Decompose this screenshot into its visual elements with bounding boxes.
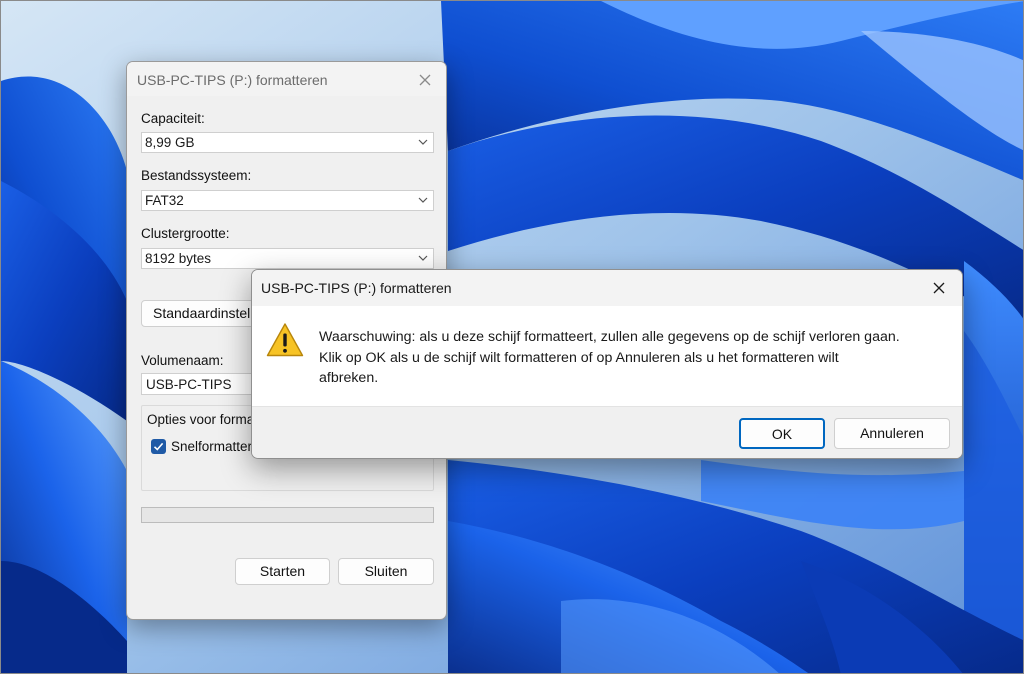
close-button[interactable]: Sluiten (338, 558, 434, 585)
cluster-size-value: 8192 bytes (145, 251, 212, 266)
warning-message-line-2: Klik op OK als u de schijf wilt formatte… (319, 349, 839, 366)
close-button-label: Sluiten (364, 563, 408, 579)
checkmark-icon (153, 442, 164, 451)
warning-message: Waarschuwing: als u deze schijf formatte… (319, 327, 955, 389)
cancel-button[interactable]: Annuleren (834, 418, 950, 449)
chevron-down-icon (418, 197, 428, 203)
ok-button[interactable]: OK (739, 418, 825, 449)
cancel-button-label: Annuleren (860, 425, 924, 441)
warning-dialog: USB-PC-TIPS (P:) formatteren Waarschuwin… (251, 269, 963, 459)
capacity-dropdown[interactable]: 8,99 GB (141, 132, 434, 153)
volume-label-label: Volumenaam: (141, 353, 224, 368)
warning-icon (266, 323, 304, 357)
chevron-down-icon (418, 139, 428, 145)
warning-dialog-body: Waarschuwing: als u deze schijf formatte… (252, 306, 962, 406)
format-progress-bar (141, 507, 434, 523)
start-button[interactable]: Starten (235, 558, 330, 585)
quick-format-checkbox[interactable] (151, 439, 166, 454)
capacity-value: 8,99 GB (145, 135, 195, 150)
cluster-size-dropdown[interactable]: 8192 bytes (141, 248, 434, 269)
warning-message-line-1: Waarschuwing: als u deze schijf formatte… (319, 329, 900, 345)
warning-message-line-3: afbreken. (319, 370, 379, 386)
close-icon (933, 282, 945, 294)
filesystem-value: FAT32 (145, 193, 184, 208)
chevron-down-icon (418, 255, 428, 261)
start-button-label: Starten (259, 563, 306, 579)
warning-dialog-close-button[interactable] (924, 275, 954, 301)
ok-button-label: OK (771, 426, 793, 442)
filesystem-dropdown[interactable]: FAT32 (141, 190, 434, 211)
volume-label-value: USB-PC-TIPS (146, 377, 232, 392)
filesystem-label: Bestandssysteem: (141, 168, 252, 183)
quick-format-label[interactable]: Snelformatter (171, 439, 252, 454)
format-dialog-close-button[interactable] (410, 67, 440, 93)
close-icon (419, 74, 431, 86)
cluster-size-label: Clustergrootte: (141, 226, 230, 241)
format-dialog-title: USB-PC-TIPS (P:) formatteren (137, 72, 328, 88)
warning-dialog-footer: OK Annuleren (252, 406, 962, 458)
warning-dialog-titlebar[interactable]: USB-PC-TIPS (P:) formatteren (252, 270, 962, 306)
format-options-label: Opties voor forma (147, 412, 255, 427)
warning-dialog-title: USB-PC-TIPS (P:) formatteren (261, 280, 452, 296)
format-dialog-titlebar[interactable]: USB-PC-TIPS (P:) formatteren (127, 62, 446, 96)
restore-defaults-label: Standaardinstelli (153, 305, 257, 321)
capacity-label: Capaciteit: (141, 111, 205, 126)
